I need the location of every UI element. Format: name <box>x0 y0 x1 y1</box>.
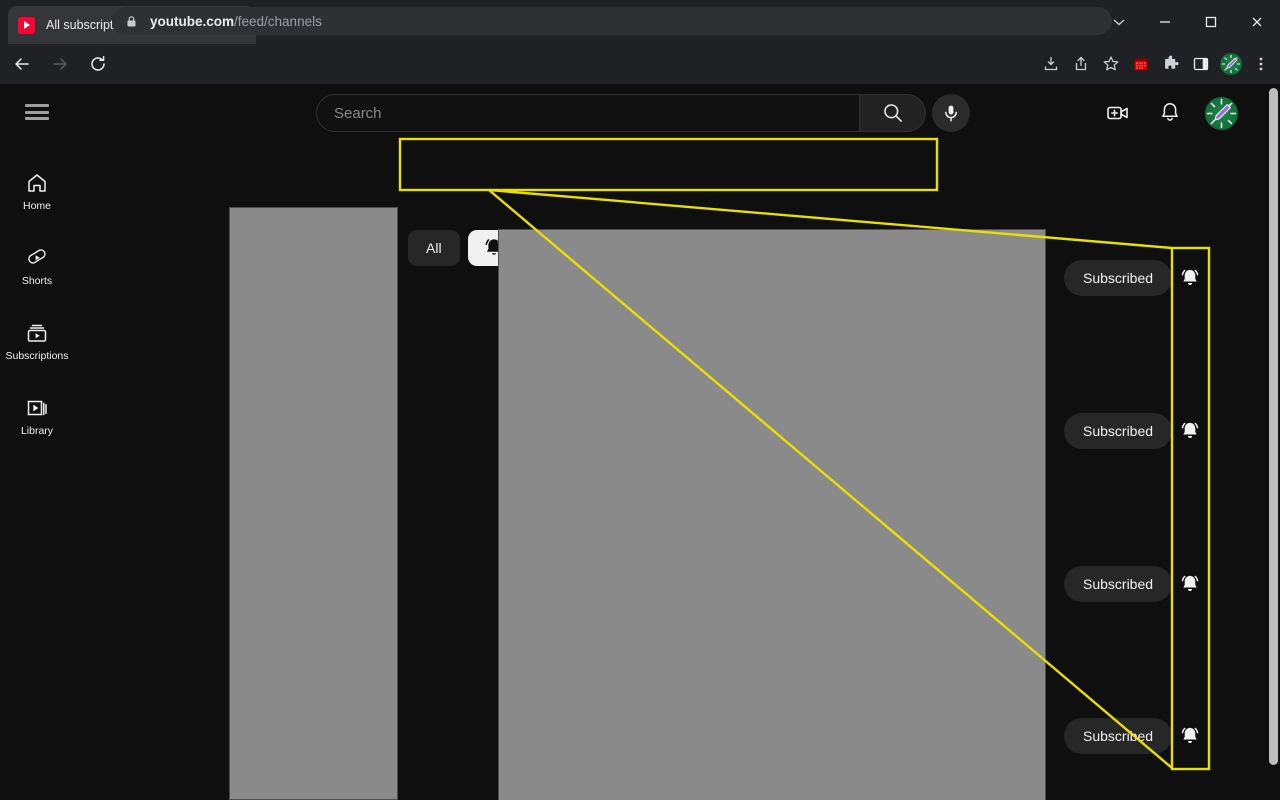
youtube-masthead: Search <box>0 84 1266 140</box>
channel-bell-button[interactable] <box>1172 566 1208 602</box>
profile-avatar[interactable] <box>1216 49 1246 79</box>
hamburger-menu-icon[interactable] <box>22 99 52 125</box>
subscribed-label: Subscribed <box>1083 423 1154 439</box>
search-submit-button[interactable] <box>860 94 926 132</box>
sidebar-label-subscriptions: Subscriptions <box>5 349 69 362</box>
share-icon[interactable] <box>1066 49 1096 79</box>
download-icon[interactable] <box>1036 49 1066 79</box>
filter-chip-all-label: All <box>426 240 442 256</box>
home-icon <box>25 171 49 195</box>
url-path: /feed/channels <box>234 13 322 29</box>
close-icon[interactable] <box>1234 0 1280 44</box>
left-content-placeholder <box>229 207 398 800</box>
lock-icon <box>124 14 139 29</box>
extensions-puzzle-icon[interactable] <box>1156 49 1186 79</box>
bell-ringing-icon <box>1181 575 1199 591</box>
url-text: youtube.com/feed/channels <box>150 14 322 29</box>
url-domain: youtube.com <box>150 13 235 29</box>
account-avatar[interactable] <box>1205 96 1238 130</box>
calendar-extension-icon[interactable] <box>1126 49 1156 79</box>
address-bar[interactable]: youtube.com/feed/channels <box>112 7 1112 35</box>
chrome-menu-icon[interactable] <box>1246 49 1276 79</box>
sidebar-label-library: Library <box>20 424 54 437</box>
minimize-icon[interactable] <box>1142 0 1188 44</box>
youtube-search: Search <box>316 94 928 132</box>
youtube-icon <box>18 16 35 34</box>
profile-avatar-image <box>1220 53 1242 75</box>
create-video-icon[interactable] <box>1101 96 1135 130</box>
window-controls <box>1096 0 1280 44</box>
scrollbar-thumb[interactable] <box>1269 88 1278 765</box>
sidebar-item-library[interactable]: Library <box>0 379 74 453</box>
maximize-icon[interactable] <box>1188 0 1234 44</box>
browser-window: All subscriptions - YouTube <box>0 0 1280 800</box>
toolbar-actions <box>1036 44 1276 84</box>
side-panel-icon[interactable] <box>1186 49 1216 79</box>
bell-ringing-icon <box>1181 269 1199 285</box>
channel-bell-button[interactable] <box>1172 718 1208 754</box>
page-scrollbar[interactable] <box>1266 84 1280 800</box>
filter-chip-all[interactable]: All <box>408 230 460 266</box>
back-arrow-icon[interactable] <box>6 48 38 80</box>
guide-sidebar: Home Shorts Subscriptions Library <box>0 140 74 800</box>
sidebar-label-shorts: Shorts <box>21 274 53 287</box>
youtube-page: Search Home Shorts Subscriptions Library… <box>0 84 1280 800</box>
bookmark-star-icon[interactable] <box>1096 49 1126 79</box>
search-input[interactable]: Search <box>316 94 860 132</box>
library-icon <box>25 396 49 420</box>
subscribed-label: Subscribed <box>1083 728 1154 744</box>
microphone-icon[interactable] <box>932 94 970 132</box>
sidebar-item-shorts[interactable]: Shorts <box>0 229 74 303</box>
subscribed-button[interactable]: Subscribed <box>1064 413 1173 449</box>
channel-list-placeholder <box>498 229 1046 800</box>
channel-bell-button[interactable] <box>1172 260 1208 296</box>
shorts-icon <box>25 246 49 270</box>
subscribed-button[interactable]: Subscribed <box>1064 566 1173 602</box>
notifications-bell-icon[interactable] <box>1153 96 1187 130</box>
sidebar-label-home: Home <box>22 199 51 212</box>
reload-icon[interactable] <box>82 48 114 80</box>
search-placeholder: Search <box>334 104 382 122</box>
subscribed-button[interactable]: Subscribed <box>1064 260 1173 296</box>
channel-bell-button[interactable] <box>1172 413 1208 449</box>
sidebar-item-home[interactable]: Home <box>0 154 74 228</box>
masthead-actions <box>1101 94 1238 132</box>
subscribed-button[interactable]: Subscribed <box>1064 718 1173 754</box>
bell-ringing-icon <box>1181 422 1199 438</box>
subscribed-label: Subscribed <box>1083 270 1154 286</box>
subscribed-label: Subscribed <box>1083 576 1154 592</box>
subscriptions-icon <box>25 321 49 345</box>
forward-arrow-icon[interactable] <box>44 48 76 80</box>
sidebar-item-subscriptions[interactable]: Subscriptions <box>0 304 74 378</box>
bell-ringing-icon <box>1181 727 1199 743</box>
